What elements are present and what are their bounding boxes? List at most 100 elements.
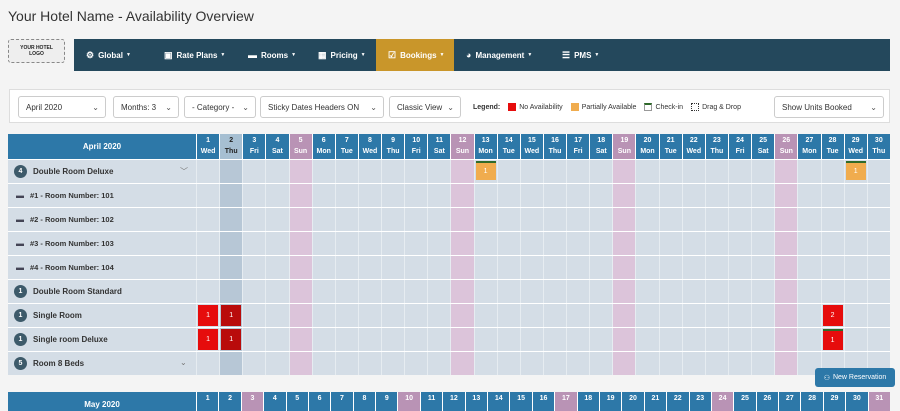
day-cell[interactable] [681,280,705,303]
day-cell[interactable] [427,352,450,375]
day-cell[interactable] [751,280,774,303]
day-cell[interactable] [473,208,497,231]
day-cell[interactable] [704,184,728,207]
day-cell[interactable] [265,160,288,183]
day-cell[interactable] [334,208,358,231]
day-cell[interactable] [797,184,820,207]
day-cell[interactable] [843,256,867,279]
nav-rate-plans[interactable]: ▣ Rate Plans ▼ [152,39,236,71]
day-cell[interactable] [496,352,520,375]
day-cell[interactable] [334,160,358,183]
day-cell[interactable] [496,304,520,327]
day-cell[interactable] [242,280,265,303]
day-cell[interactable] [381,160,404,183]
day-cell[interactable] [820,160,844,183]
day-cell[interactable] [519,208,543,231]
day-cell[interactable] [404,352,427,375]
day-cell[interactable] [219,256,243,279]
day-cell[interactable] [866,280,890,303]
day-cell[interactable] [427,208,450,231]
day-cell[interactable] [681,208,705,231]
day-cell[interactable] [427,232,450,255]
day-cell[interactable] [704,328,728,351]
day-cell[interactable] [704,232,728,255]
day-cell[interactable] [612,184,636,207]
day-cell[interactable] [242,208,265,231]
day-cell[interactable] [589,280,612,303]
no-availability-cell[interactable]: 1 [221,305,242,326]
day-cell[interactable] [357,328,381,351]
day-cell[interactable] [612,160,636,183]
day-cell[interactable] [496,232,520,255]
nav-pricing[interactable]: ▦ Pricing ▼ [306,39,376,71]
day-cell[interactable] [427,280,450,303]
day-cell[interactable] [404,208,427,231]
day-cell[interactable] [635,328,658,351]
day-cell[interactable] [519,280,543,303]
day-cell[interactable] [288,256,312,279]
day-cell[interactable] [866,256,890,279]
day-cell[interactable] [658,352,682,375]
day-cell[interactable] [774,160,798,183]
day-cell[interactable] [381,208,404,231]
day-cell[interactable] [357,184,381,207]
day-cell[interactable] [357,280,381,303]
day-cell[interactable] [843,208,867,231]
day-cell[interactable] [820,256,844,279]
expand-chevron-icon[interactable]: ⌄ [180,358,187,367]
day-cell[interactable] [311,328,335,351]
day-cell[interactable] [427,328,450,351]
day-cell[interactable] [427,304,450,327]
day-cell[interactable] [242,328,265,351]
day-cell[interactable] [843,184,867,207]
no-availability-cell[interactable]: 1 [822,329,843,350]
day-cell[interactable] [265,352,288,375]
day-cell[interactable] [334,280,358,303]
month-select[interactable]: April 2020 ⌄ [18,96,106,118]
day-cell[interactable] [681,328,705,351]
nav-pms[interactable]: ☰ PMS ▼ [550,39,614,71]
day-cell[interactable] [196,232,219,255]
day-cell[interactable] [311,304,335,327]
day-cell[interactable] [658,304,682,327]
day-cell[interactable] [566,328,589,351]
day-cell[interactable] [542,352,566,375]
day-cell[interactable] [196,208,219,231]
day-cell[interactable] [751,208,774,231]
hotel-logo[interactable]: YOUR HOTEL LOGO [8,39,65,63]
day-cell[interactable] [566,184,589,207]
day-cell[interactable] [566,160,589,183]
day-cell[interactable] [797,328,820,351]
day-cell[interactable] [265,280,288,303]
day-cell[interactable] [681,304,705,327]
day-cell[interactable] [450,280,474,303]
day-cell[interactable] [589,208,612,231]
day-cell[interactable] [612,304,636,327]
sticky-headers-select[interactable]: Sticky Dates Headers ON ⌄ [260,96,384,118]
day-cell[interactable] [450,256,474,279]
no-availability-cell[interactable]: 1 [198,305,219,326]
category-select[interactable]: - Category - ⌄ [184,96,256,118]
day-cell[interactable] [196,352,219,375]
day-cell[interactable] [427,184,450,207]
day-cell[interactable] [774,328,798,351]
partial-availability-cell[interactable]: 1 [475,161,496,180]
day-cell[interactable] [357,304,381,327]
day-cell[interactable] [265,184,288,207]
day-cell[interactable] [196,184,219,207]
new-reservation-button[interactable]: ⚇ New Reservation [815,368,895,387]
day-cell[interactable] [751,256,774,279]
day-cell[interactable] [774,280,798,303]
day-cell[interactable] [404,328,427,351]
day-cell[interactable] [334,328,358,351]
day-cell[interactable] [381,328,404,351]
day-cell[interactable] [751,160,774,183]
day-cell[interactable] [519,184,543,207]
day-cell[interactable] [820,280,844,303]
day-cell[interactable] [774,352,798,375]
day-cell[interactable] [727,208,751,231]
day-cell[interactable] [820,232,844,255]
day-cell[interactable] [774,232,798,255]
day-cell[interactable] [866,328,890,351]
day-cell[interactable] [843,304,867,327]
